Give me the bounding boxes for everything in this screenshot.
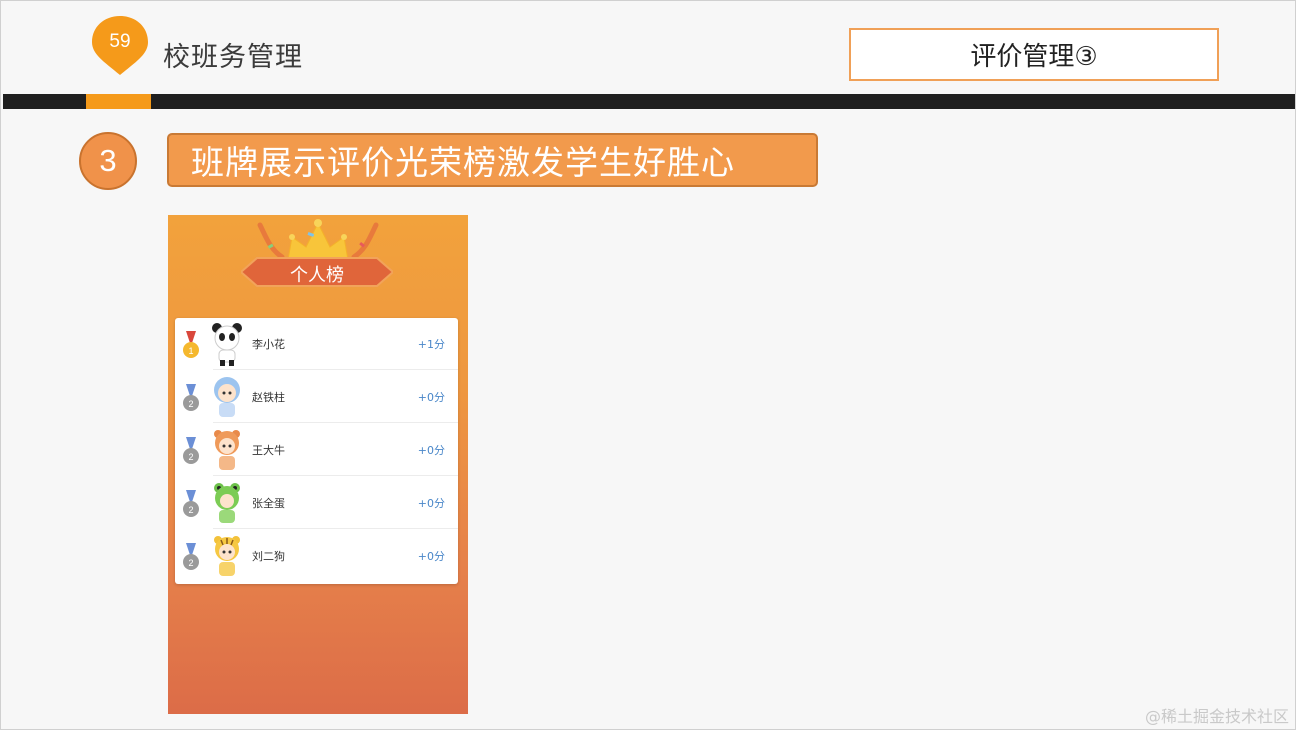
leaderboard-card: 1 李小花 +1分 2 赵铁柱 +0分 2 王大牛 +0分 2 张全蛋 +0分 … <box>175 318 458 584</box>
silver-medal-icon: 2 <box>183 543 199 570</box>
medal-rank: 1 <box>188 346 193 356</box>
leaderboard-row[interactable]: 2 王大牛 +0分 <box>175 424 458 476</box>
yellow-tiger-avatar-icon <box>214 536 240 576</box>
header-accent-segment <box>86 94 151 109</box>
silver-medal-icon: 2 <box>183 384 199 411</box>
section-title: 校班务管理 <box>163 42 303 73</box>
slide: 59 校班务管理 评价管理③ 3 班牌展示评价光荣榜激发学生好胜心 个人榜 1 … <box>0 0 1296 730</box>
medal-rank: 2 <box>188 505 193 515</box>
leaderboard-row[interactable]: 1 李小花 +1分 <box>175 318 458 370</box>
gold-medal-icon: 1 <box>183 331 199 358</box>
row-divider <box>213 475 458 476</box>
student-score: +0分 <box>417 497 445 510</box>
watermark: @稀土掘金技术社区 <box>1144 707 1289 726</box>
row-divider <box>213 422 458 423</box>
subtitle-banner: 班牌展示评价光荣榜激发学生好胜心 <box>167 133 818 187</box>
student-name: 王大牛 <box>252 444 285 457</box>
medal-rank: 2 <box>188 399 193 409</box>
tiger-avatar-icon <box>214 430 240 470</box>
frog-avatar-icon <box>214 483 240 523</box>
student-name: 赵铁柱 <box>252 391 285 404</box>
evaluation-management-label: 评价管理③ <box>849 28 1219 81</box>
student-name: 李小花 <box>252 338 285 351</box>
row-divider <box>213 369 458 370</box>
student-name: 刘二狗 <box>252 550 285 563</box>
leaderboard-title: 个人榜 <box>290 265 344 286</box>
medal-rank: 2 <box>188 452 193 462</box>
header-divider-bar <box>3 94 1295 109</box>
subtitle-text: 班牌展示评价光荣榜激发学生好胜心 <box>191 143 735 182</box>
student-score: +0分 <box>417 444 445 457</box>
leaderboard-row[interactable]: 2 刘二狗 +0分 <box>175 530 458 582</box>
step-number-badge: 3 <box>79 132 137 190</box>
page-number: 59 <box>109 31 131 52</box>
panda-avatar-icon <box>212 323 242 366</box>
silver-medal-icon: 2 <box>183 490 199 517</box>
leaderboard-row[interactable]: 2 张全蛋 +0分 <box>175 477 458 529</box>
row-divider <box>213 528 458 529</box>
top-box-text: 评价管理③ <box>970 42 1098 72</box>
student-score: +1分 <box>417 338 445 351</box>
student-score: +0分 <box>417 391 445 404</box>
medal-rank: 2 <box>188 558 193 568</box>
silver-medal-icon: 2 <box>183 437 199 464</box>
student-name: 张全蛋 <box>252 497 285 510</box>
leaderboard-row[interactable]: 2 赵铁柱 +0分 <box>175 371 458 423</box>
class-board-screenshot: 个人榜 1 李小花 +1分 2 赵铁柱 +0分 2 王大牛 +0分 2 张全蛋 … <box>168 215 468 714</box>
student-score: +0分 <box>417 550 445 563</box>
blue-hair-avatar-icon <box>214 377 240 417</box>
